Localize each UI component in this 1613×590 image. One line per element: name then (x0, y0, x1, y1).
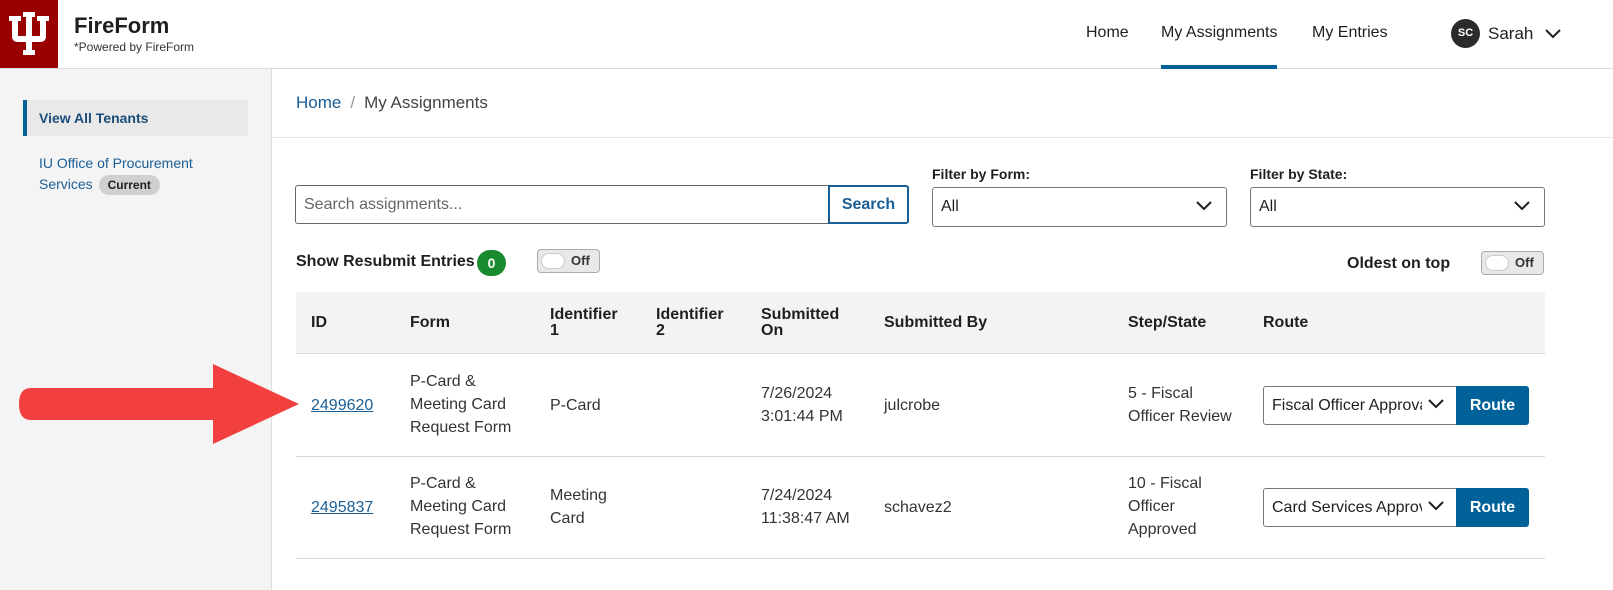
sidebar: View All Tenants IU Office of Procuremen… (0, 69, 272, 590)
th-submitted-line1: Submitted (761, 306, 840, 323)
cell-date: 7/26/2024 (761, 385, 833, 402)
chevron-down-icon (1428, 399, 1444, 409)
resubmit-toggle[interactable]: Off (537, 249, 600, 273)
th-identifier-2[interactable]: Identifier 2 (656, 307, 724, 339)
chevron-down-icon (1545, 28, 1562, 38)
oldest-on-top-toggle[interactable]: Off (1481, 251, 1544, 275)
th-submitted-on[interactable]: Submitted On (761, 307, 839, 339)
resubmit-count-badge: 0 (477, 250, 506, 276)
cell-date: 7/24/2024 (761, 487, 833, 504)
cell-time: 3:01:44 PM (761, 408, 843, 425)
th-submitted-by[interactable]: Submitted By (884, 315, 987, 331)
breadcrumb-home[interactable]: Home (296, 93, 341, 112)
cell-submitted-by: schavez2 (884, 499, 952, 516)
cell-form: P-Card & Meeting Card Request Form (410, 370, 511, 439)
resubmit-label: Show Resubmit Entries (296, 253, 475, 270)
cell-identifier-1: P-Card (550, 397, 601, 414)
user-name: Sarah (1488, 23, 1534, 43)
brand-title: FireForm (74, 13, 170, 38)
toggle-knob (1485, 255, 1509, 271)
cell-form-line: Meeting Card (410, 396, 507, 413)
cell-form-line: P-Card & (410, 475, 476, 492)
cell-submitted-by: julcrobe (884, 397, 941, 414)
filter-form-value: All (941, 198, 959, 215)
cell-identifier-1: Meeting Card (550, 484, 607, 530)
filter-state-label: Filter by State: (1250, 166, 1348, 182)
th-submitted-line2: On (761, 322, 784, 339)
entry-id-link[interactable]: 2499620 (311, 394, 373, 417)
divider (272, 137, 1613, 138)
route-select[interactable]: Fiscal Officer Approval (1263, 386, 1457, 425)
oldest-on-top-label: Oldest on top (1347, 255, 1451, 272)
nav-my-assignments[interactable]: My Assignments (1161, 0, 1278, 69)
brand-subtitle: *Powered by FireForm (74, 40, 195, 54)
entry-id-link[interactable]: 2495837 (311, 496, 373, 519)
current-badge: Current (98, 175, 160, 195)
route-button[interactable]: Route (1456, 488, 1529, 527)
breadcrumb-current: My Assignments (364, 93, 488, 112)
chevron-down-icon (1514, 201, 1530, 211)
cell-step-state: 5 - Fiscal Officer Review (1128, 382, 1232, 428)
route-select[interactable]: Card Services Approval (1263, 488, 1457, 527)
user-menu[interactable]: SC Sarah (1451, 19, 1562, 48)
cell-step-line: Approved (1128, 521, 1197, 538)
cell-step-line: 5 - Fiscal (1128, 385, 1193, 402)
cell-form: P-Card & Meeting Card Request Form (410, 472, 511, 541)
filter-form-label: Filter by Form: (932, 166, 1031, 182)
filter-form-select[interactable]: All (932, 187, 1227, 227)
th-identifier-2-line1: Identifier (656, 306, 724, 323)
cell-form-line: Meeting Card (410, 498, 507, 515)
filter-state-select[interactable]: All (1250, 187, 1545, 227)
th-identifier-1-line2: 1 (550, 322, 559, 339)
filter-state-value: All (1259, 198, 1277, 215)
table-header: ID Form Identifier 1 Identifier 2 Submit… (296, 292, 1545, 354)
toggle-knob (541, 253, 565, 269)
cell-identifier-line: Card (550, 510, 585, 527)
cell-step-line: 10 - Fiscal (1128, 475, 1202, 492)
sidebar-item-view-all-tenants[interactable]: View All Tenants (23, 100, 248, 136)
cell-submitted-on: 7/26/2024 3:01:44 PM (761, 382, 843, 428)
toggle-state: Off (571, 253, 590, 268)
route-button[interactable]: Route (1456, 386, 1529, 425)
brand: FireForm *Powered by FireForm (74, 13, 194, 54)
top-header: FireForm *Powered by FireForm Home My As… (0, 0, 1613, 69)
cell-form-line: P-Card & (410, 373, 476, 390)
cell-step-state: 10 - Fiscal Officer Approved (1128, 472, 1202, 541)
cell-identifier-line: Meeting (550, 487, 607, 504)
th-step-state[interactable]: Step/State (1128, 315, 1206, 331)
th-id[interactable]: ID (311, 315, 327, 331)
table-row: 2495837 P-Card & Meeting Card Request Fo… (296, 457, 1545, 559)
th-route[interactable]: Route (1263, 315, 1308, 331)
cell-step-line: Officer Review (1128, 408, 1232, 425)
cell-time: 11:38:47 AM (761, 510, 850, 527)
iu-logo[interactable] (0, 0, 58, 68)
breadcrumb: Home / My Assignments (296, 93, 488, 113)
trident-logo-icon (9, 12, 49, 55)
cell-step-line: Officer (1128, 498, 1175, 515)
breadcrumb-separator: / (350, 93, 356, 112)
cell-form-line: Request Form (410, 521, 512, 538)
arrow-annotation-icon (19, 364, 299, 444)
cell-submitted-on: 7/24/2024 11:38:47 AM (761, 484, 850, 530)
th-identifier-1[interactable]: Identifier 1 (550, 307, 618, 339)
table-row: 2499620 P-Card & Meeting Card Request Fo… (296, 355, 1545, 457)
avatar: SC (1451, 19, 1480, 48)
chevron-down-icon (1428, 501, 1444, 511)
th-form[interactable]: Form (410, 315, 450, 331)
nav-my-entries[interactable]: My Entries (1312, 0, 1388, 69)
route-select-value: Card Services Approval (1272, 499, 1422, 516)
nav-home[interactable]: Home (1086, 0, 1129, 69)
sidebar-item-tenant[interactable]: IU Office of Procurement Services Curren… (39, 153, 239, 195)
th-identifier-1-line1: Identifier (550, 306, 618, 323)
cell-form-line: Request Form (410, 419, 512, 436)
th-identifier-2-line2: 2 (656, 322, 665, 339)
toggle-state: Off (1515, 255, 1534, 270)
chevron-down-icon (1196, 201, 1212, 211)
route-select-value: Fiscal Officer Approval (1272, 397, 1422, 414)
search-button[interactable]: Search (828, 185, 909, 224)
search-input[interactable] (295, 185, 829, 224)
